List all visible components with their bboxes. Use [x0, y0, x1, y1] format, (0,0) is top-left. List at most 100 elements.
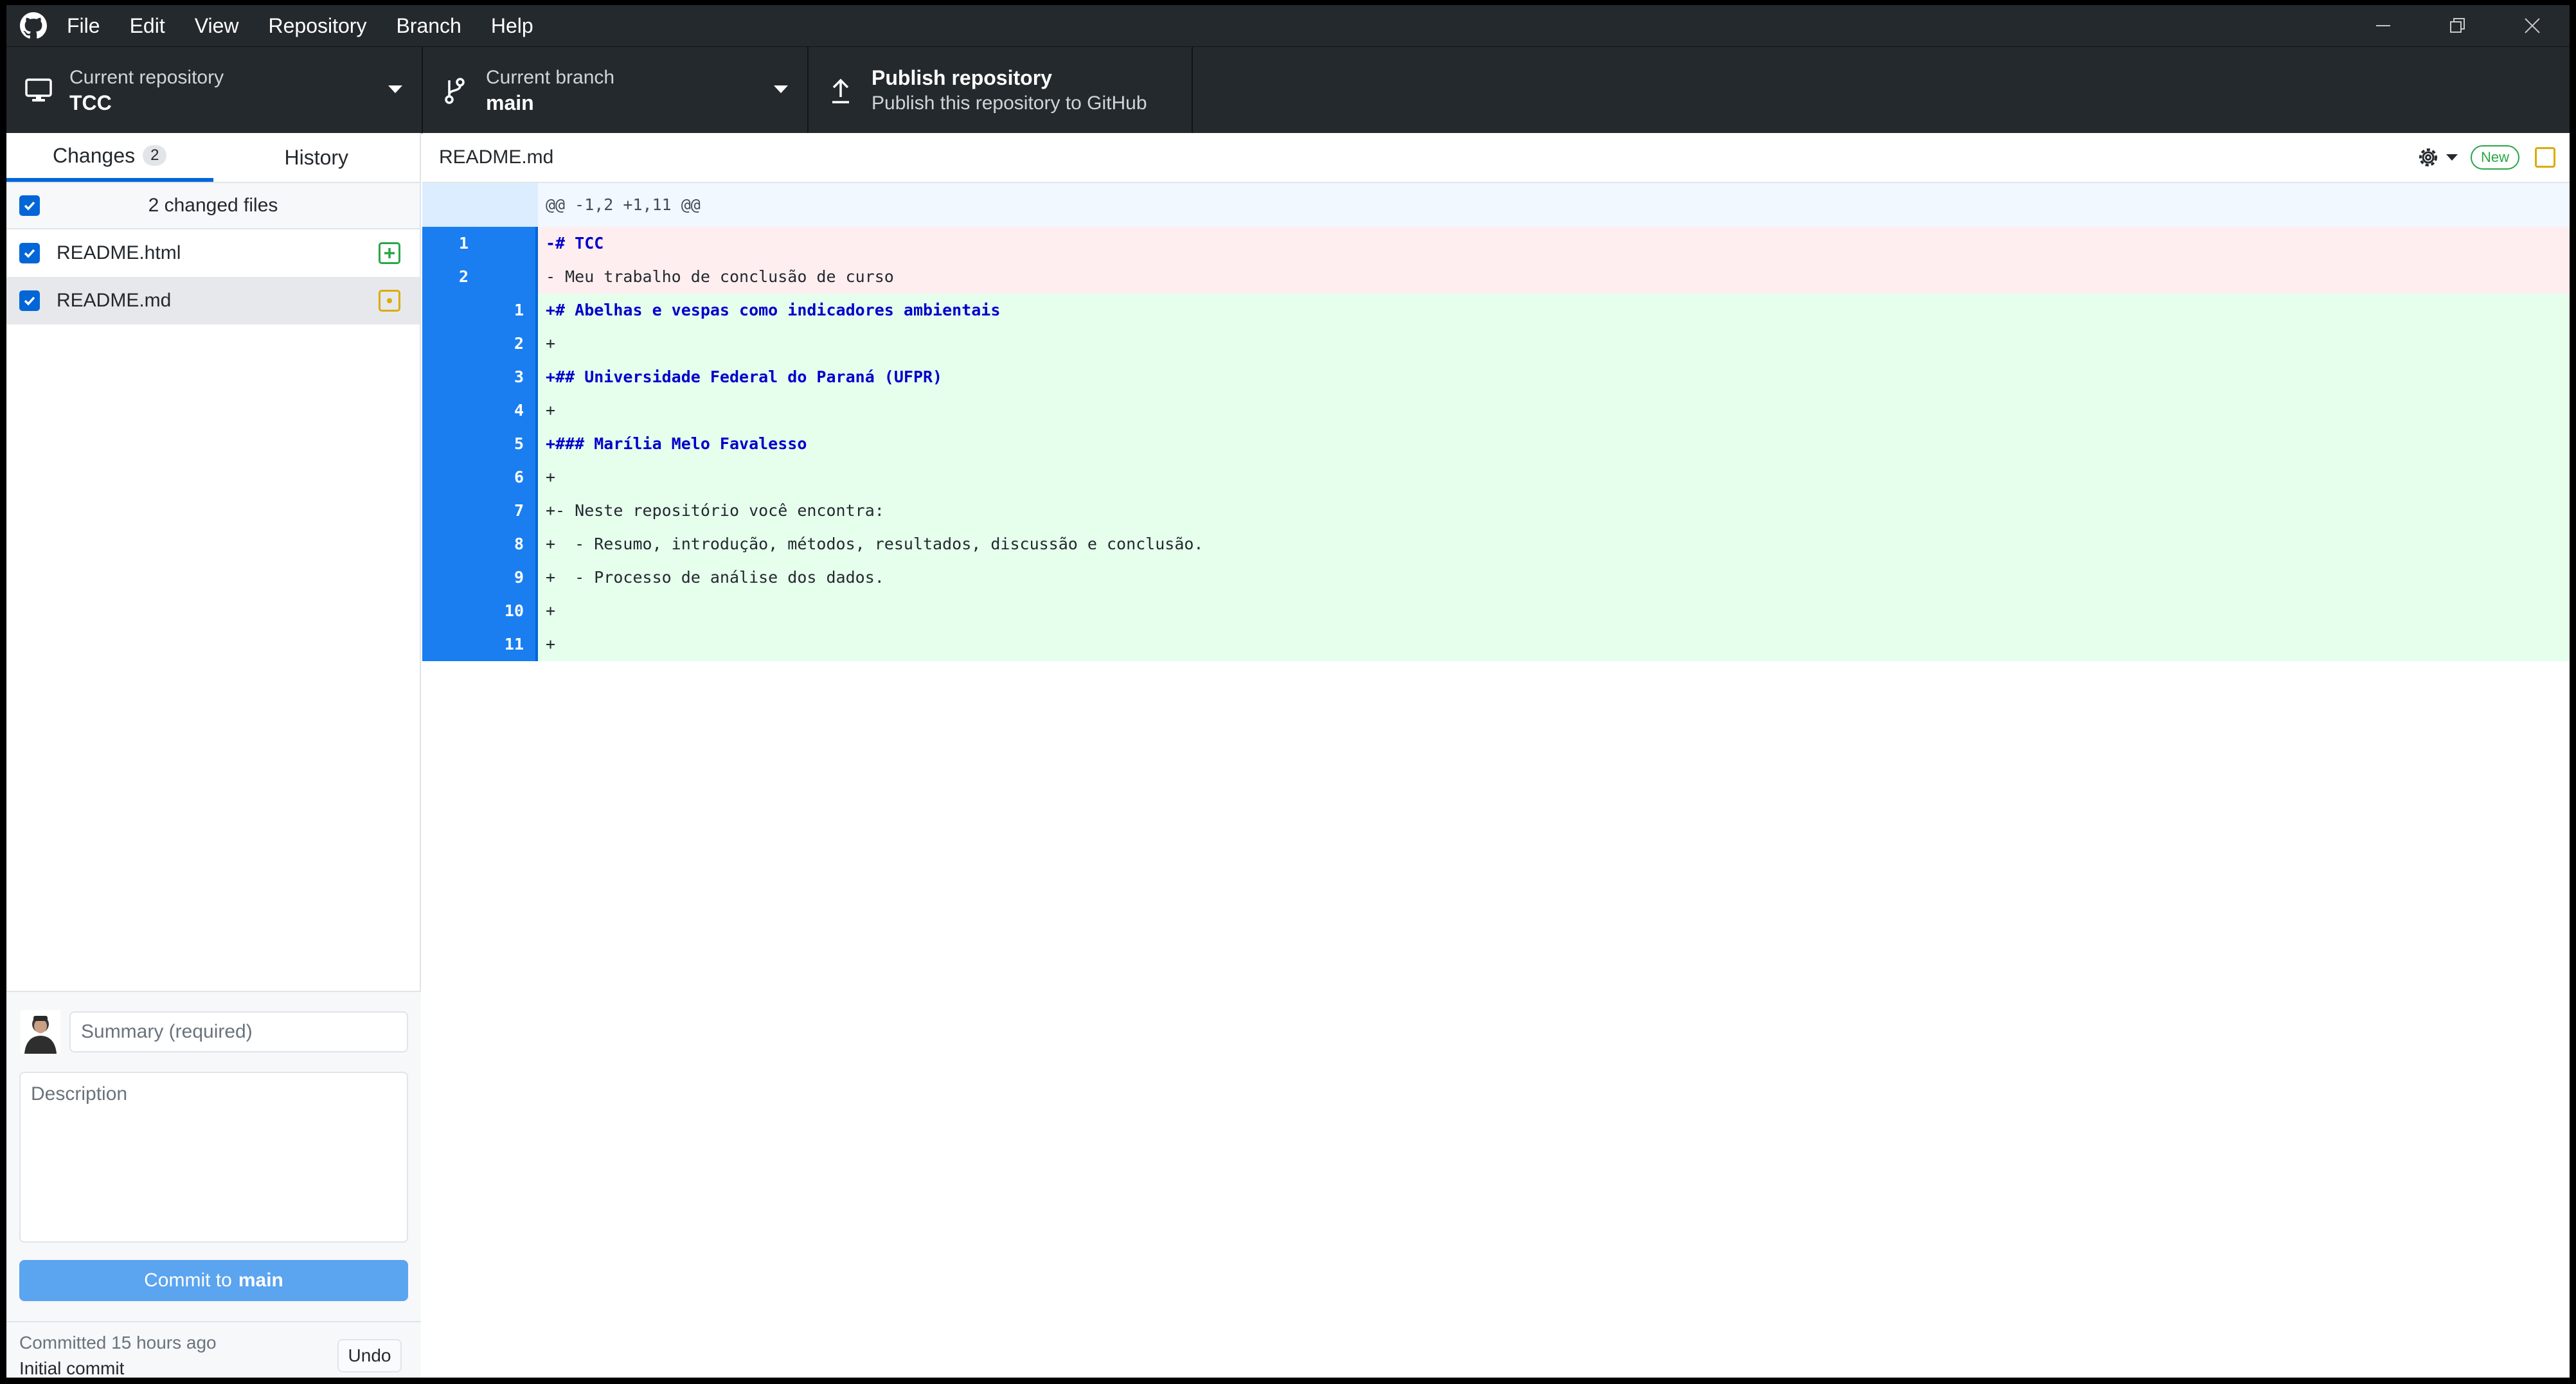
- diff-line-added[interactable]: 10 +: [422, 594, 2570, 628]
- undo-button[interactable]: Undo: [337, 1339, 402, 1372]
- diff-line-added[interactable]: 1 +# Abelhas e vespas como indicadores am…: [422, 294, 2570, 327]
- diff-line-content: +: [546, 601, 556, 620]
- changed-files-count: 2 changed files: [148, 195, 278, 216]
- hunk-header[interactable]: @@ -1,2 +1,11 @@: [422, 183, 2570, 227]
- gutter-old-line-number: [422, 427, 480, 461]
- window-controls: [2346, 5, 2570, 46]
- gutter-old-line-number: [422, 528, 480, 561]
- diff-line-added[interactable]: 11 +: [422, 628, 2570, 661]
- diff-line-content: + - Resumo, introdução, métodos, resulta…: [546, 535, 1204, 553]
- current-repository-name: TCC: [69, 91, 112, 114]
- menu-edit[interactable]: Edit: [130, 14, 165, 38]
- sidebar-tabs: Changes 2 History: [6, 133, 420, 183]
- gutter-new-line-number: [480, 227, 538, 260]
- diff-line-added[interactable]: 5 +### Marília Melo Favalesso: [422, 427, 2570, 461]
- commit-button-branch: main: [238, 1270, 283, 1291]
- diff-file-name: README.md: [439, 146, 554, 168]
- diff-line-content: +: [546, 401, 556, 420]
- diff-line-content: + - Processo de análise dos dados.: [546, 568, 884, 587]
- chevron-down-icon: [774, 85, 788, 93]
- gutter-new-line-number: 11: [480, 628, 538, 661]
- gutter-old-line-number: [422, 327, 480, 360]
- restore-icon[interactable]: [2420, 5, 2495, 46]
- menu-branch[interactable]: Branch: [396, 14, 461, 38]
- diff-line-text: +: [538, 394, 2570, 427]
- publish-repository-subtitle: Publish this repository to GitHub: [872, 92, 1147, 114]
- toolbar: Current repository TCC Current branch ma…: [6, 46, 2570, 134]
- current-branch-label: Current branch: [486, 66, 615, 88]
- menu-view[interactable]: View: [195, 14, 239, 38]
- minimize-icon[interactable]: [2346, 5, 2420, 46]
- gutter-old-line-number: [422, 294, 480, 327]
- diff-line-content: -# TCC: [546, 234, 604, 253]
- diff-line-text: +### Marília Melo Favalesso: [538, 427, 2570, 461]
- gutter-new-line-number: 7: [480, 494, 538, 528]
- commit-button[interactable]: Commit to main: [19, 1260, 408, 1301]
- diff-line-text: - Meu trabalho de conclusão de curso: [538, 260, 2570, 294]
- last-commit-info: Committed 15 hours ago Initial commit Un…: [6, 1321, 421, 1378]
- diff-line-content: - Meu trabalho de conclusão de curso: [546, 267, 894, 286]
- diff-line-text: +- Neste repositório você encontra:: [538, 494, 2570, 528]
- diff-lines: @@ -1,2 +1,11 @@ 1 -# TCC 2 - Meu trabalho …: [422, 183, 2570, 661]
- tab-history-label: History: [284, 145, 349, 169]
- diff-line-deleted[interactable]: 1 -# TCC: [422, 227, 2570, 260]
- gutter-new-line-number: 9: [480, 561, 538, 594]
- branch-icon: [436, 76, 474, 105]
- publish-repository-title: Publish repository: [872, 66, 1052, 89]
- commit-button-label: Commit to: [144, 1270, 232, 1291]
- file-name: README.html: [57, 242, 181, 263]
- gutter-new-line-number: 10: [480, 594, 538, 628]
- tab-history[interactable]: History: [213, 133, 420, 182]
- select-all-checkbox[interactable]: [19, 195, 40, 216]
- changed-files-header: 2 changed files: [6, 183, 420, 229]
- menu-repository[interactable]: Repository: [268, 14, 366, 38]
- diff-line-added[interactable]: 4 +: [422, 394, 2570, 427]
- file-modified-icon: [2535, 147, 2555, 168]
- diff-line-text: + - Processo de análise dos dados.: [538, 561, 2570, 594]
- gutter-old-line-number: 1: [422, 227, 480, 260]
- diff-line-added[interactable]: 9 + - Processo de análise dos dados.: [422, 561, 2570, 594]
- gutter-new-line-number: 1: [480, 294, 538, 327]
- publish-repository-button[interactable]: Publish repository Publish this reposito…: [809, 47, 1193, 134]
- file-checkbox[interactable]: [19, 290, 40, 311]
- computer-icon: [19, 78, 58, 103]
- diff-line-content: +- Neste repositório você encontra:: [546, 501, 884, 520]
- gutter-old-line-number: [422, 360, 480, 394]
- tab-changes[interactable]: Changes 2: [6, 133, 213, 182]
- current-branch-name: main: [486, 91, 534, 114]
- gutter-new-line-number: 8: [480, 528, 538, 561]
- diff-line-text: +: [538, 628, 2570, 661]
- menu-file[interactable]: File: [67, 14, 100, 38]
- diff-line-added[interactable]: 2 +: [422, 327, 2570, 360]
- tab-changes-label: Changes: [53, 143, 136, 167]
- current-repository-button[interactable]: Current repository TCC: [6, 47, 423, 134]
- gutter-new-line-number: 2: [480, 327, 538, 360]
- diff-line-text: +: [538, 461, 2570, 494]
- gutter-old-line-number: [422, 594, 480, 628]
- file-row-readme-md[interactable]: README.md: [6, 277, 420, 324]
- diff-line-added[interactable]: 3 +## Universidade Federal do Paraná (UFP…: [422, 360, 2570, 394]
- description-input[interactable]: Description: [19, 1072, 408, 1243]
- file-checkbox[interactable]: [19, 243, 40, 263]
- gear-icon[interactable]: [2415, 145, 2458, 170]
- diff-line-content: +# Abelhas e vespas como indicadores amb…: [546, 301, 1001, 319]
- summary-input[interactable]: Summary (required): [69, 1011, 408, 1052]
- close-icon[interactable]: [2495, 5, 2570, 46]
- file-modified-icon: [379, 290, 400, 312]
- title-bar: File Edit View Repository Branch Help: [6, 5, 2570, 46]
- file-name: README.md: [57, 290, 172, 311]
- gutter-new-line-number: 3: [480, 360, 538, 394]
- new-badge: New: [2470, 145, 2519, 170]
- current-branch-button[interactable]: Current branch main: [423, 47, 809, 134]
- diff-line-added[interactable]: 8 + - Resumo, introdução, métodos, result…: [422, 528, 2570, 561]
- file-added-icon: [379, 242, 400, 264]
- diff-line-content: +: [546, 635, 556, 653]
- chevron-down-icon: [388, 85, 402, 93]
- diff-line-added[interactable]: 7 +- Neste repositório você encontra:: [422, 494, 2570, 528]
- diff-line-added[interactable]: 6 +: [422, 461, 2570, 494]
- last-commit-time: Committed 15 hours ago: [19, 1333, 217, 1353]
- diff-line-deleted[interactable]: 2 - Meu trabalho de conclusão de curso: [422, 260, 2570, 294]
- menu-help[interactable]: Help: [491, 14, 533, 38]
- gutter-old-line-number: [422, 394, 480, 427]
- file-row-readme-html[interactable]: README.html: [6, 229, 420, 277]
